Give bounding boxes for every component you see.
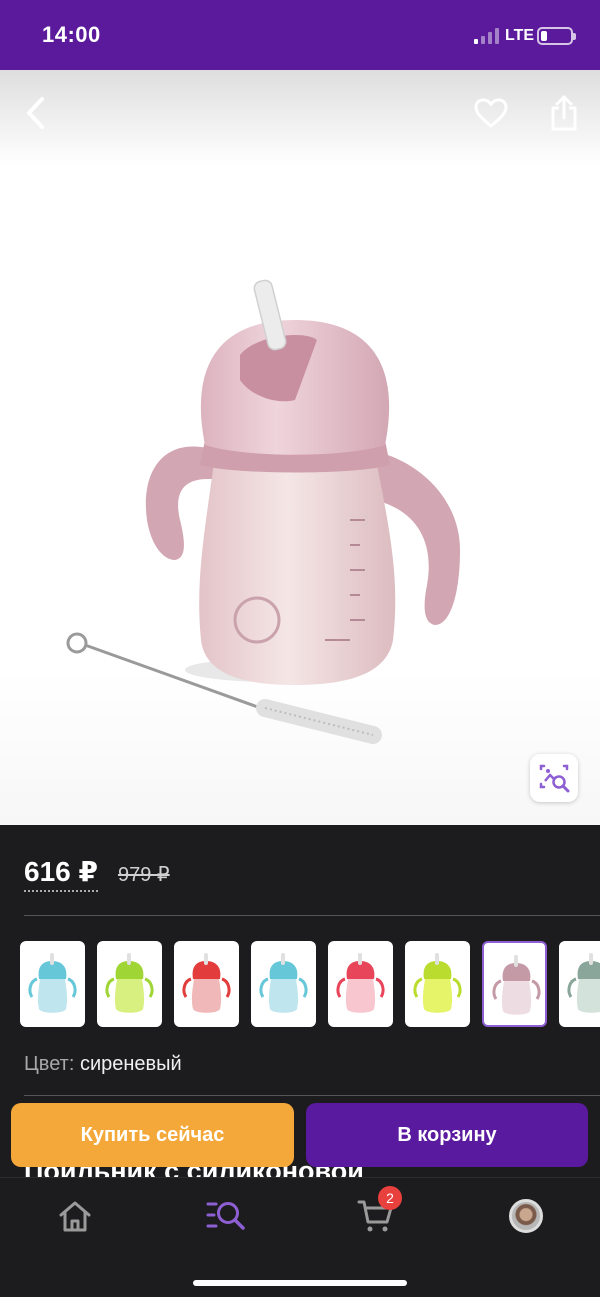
variant-thumbnail[interactable] xyxy=(174,941,239,1027)
cup-thumbnail-image xyxy=(28,953,77,1013)
cup-thumbnail-image xyxy=(492,955,541,1015)
color-label: Цвет: xyxy=(24,1053,75,1075)
variant-thumbnail[interactable] xyxy=(20,941,85,1027)
cup-thumbnail-image xyxy=(182,953,231,1013)
cup-thumbnail-image xyxy=(413,953,462,1013)
share-button[interactable] xyxy=(540,89,588,137)
variant-thumbnail[interactable] xyxy=(405,941,470,1027)
tab-catalog[interactable] xyxy=(196,1196,256,1236)
tab-bar: 2 xyxy=(0,1177,600,1297)
cart-count-badge: 2 xyxy=(378,1186,402,1210)
favorite-button[interactable] xyxy=(467,89,515,137)
tab-profile[interactable] xyxy=(496,1196,556,1236)
price-old: 979 ₽ xyxy=(117,864,170,886)
status-time: 14:00 xyxy=(42,22,101,47)
variant-thumbnail[interactable] xyxy=(251,941,316,1027)
cup-thumbnail-image xyxy=(259,953,308,1013)
product-gallery[interactable] xyxy=(0,70,600,825)
search-list-icon xyxy=(206,1202,245,1230)
status-bar: 14:00 LTE xyxy=(0,0,600,70)
price-current[interactable]: 616 ₽ xyxy=(24,855,98,892)
battery-level xyxy=(541,31,547,41)
chevron-left-icon xyxy=(27,97,44,129)
divider xyxy=(24,1095,600,1096)
image-search-button[interactable] xyxy=(530,754,578,802)
variant-thumbnails xyxy=(20,941,600,1027)
tab-home[interactable] xyxy=(45,1196,105,1236)
variant-thumbnail[interactable] xyxy=(97,941,162,1027)
variant-thumbnail[interactable] xyxy=(328,941,393,1027)
heart-icon xyxy=(474,98,508,128)
variant-thumbnail[interactable] xyxy=(559,941,600,1027)
color-line: Цвет: сиреневый xyxy=(24,1053,182,1076)
home-icon xyxy=(59,1201,91,1232)
battery-icon xyxy=(537,27,576,45)
cup-thumbnail-image xyxy=(105,953,154,1013)
back-button[interactable] xyxy=(12,89,60,137)
signal-strength-icon xyxy=(474,28,500,44)
cup-thumbnail-image xyxy=(336,953,385,1013)
color-value: сиреневый xyxy=(79,1053,182,1075)
tab-cart[interactable]: 2 xyxy=(346,1186,406,1236)
divider xyxy=(24,915,600,916)
buy-now-button[interactable]: Купить сейчас xyxy=(11,1103,294,1167)
share-icon xyxy=(551,95,577,131)
product-image xyxy=(66,279,460,744)
price-row: 616 ₽ 979 ₽ xyxy=(24,855,170,892)
network-type: LTE xyxy=(505,27,535,44)
avatar xyxy=(509,1199,543,1233)
home-indicator xyxy=(193,1280,407,1286)
product-info-panel: 616 ₽ 979 ₽ Цвет: сиреневый Поильник с с… xyxy=(0,825,600,1297)
variant-thumbnail[interactable] xyxy=(482,941,547,1027)
cup-thumbnail-image xyxy=(567,953,600,1013)
image-search-icon xyxy=(539,764,570,793)
add-to-cart-button[interactable]: В корзину xyxy=(306,1103,588,1167)
